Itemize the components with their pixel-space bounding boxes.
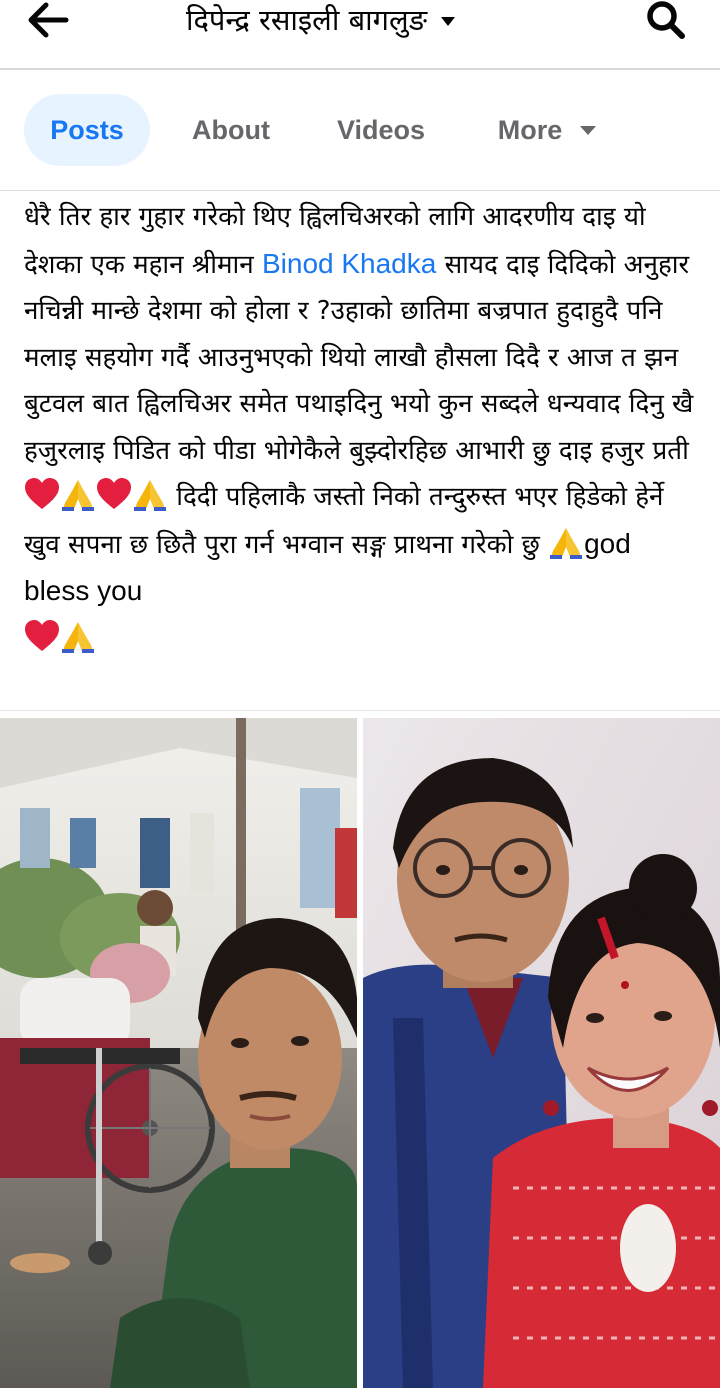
section-divider	[0, 710, 720, 711]
top-bar: दिपेन्द्र रसाइली बागलुङ	[0, 0, 720, 70]
red-heart-icon	[25, 619, 59, 651]
tab-posts-label: Posts	[50, 114, 124, 145]
tab-posts[interactable]: Posts	[24, 94, 150, 166]
mention-link[interactable]: Binod Khadka	[262, 248, 436, 279]
profile-tabs: Posts About Videos More	[0, 70, 720, 191]
photo-man-with-wheelchair[interactable]	[0, 718, 357, 1388]
tab-videos-label: Videos	[336, 114, 426, 145]
folded-hands-icon	[134, 480, 166, 511]
search-icon	[647, 1, 685, 39]
chevron-down-icon	[441, 16, 456, 26]
folded-hands-icon	[62, 480, 94, 511]
back-button[interactable]	[18, 0, 78, 46]
folded-hands-icon	[550, 527, 583, 559]
folded-hands-icon	[62, 621, 94, 653]
red-heart-icon	[97, 478, 131, 509]
chevron-down-icon	[580, 125, 597, 135]
red-heart-icon	[25, 478, 59, 509]
tab-more[interactable]: More	[474, 94, 620, 166]
search-button[interactable]	[642, 0, 690, 44]
page-title: दिपेन्द्र रसाइली बागलुङ	[186, 3, 428, 37]
tab-about-label: About	[192, 114, 270, 145]
tab-more-label: More	[497, 114, 563, 145]
tab-videos[interactable]: Videos	[318, 94, 444, 166]
page-title-dropdown[interactable]: दिपेन्द्र रसाइली बागलुङ	[186, 0, 456, 40]
tab-about[interactable]: About	[170, 94, 292, 166]
profile-screen: दिपेन्द्र रसाइली बागलुङ Posts About Vide…	[0, 0, 720, 1388]
back-arrow-icon	[28, 2, 69, 38]
post-text-segment: सायद दाइ दिदिको अनुहार नचिन्नी मान्छे दे…	[24, 249, 694, 466]
post-body: धेरै तिर हार गुहार गरेको थिए ह्विलचिअरको…	[24, 194, 700, 662]
photo-couple-portrait[interactable]	[363, 718, 720, 1388]
